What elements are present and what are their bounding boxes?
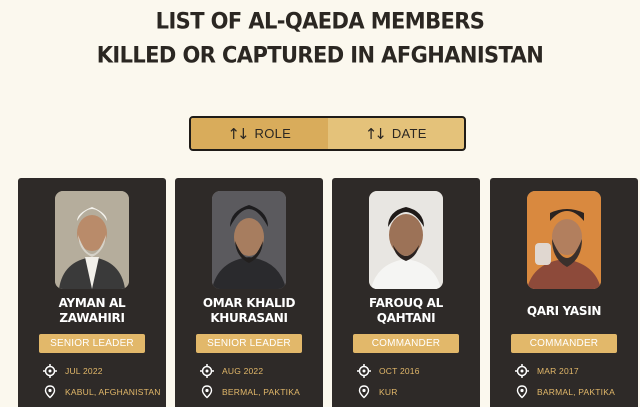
member-name: QARI YASIN bbox=[526, 304, 602, 318]
role-badge: COMMANDER bbox=[511, 334, 617, 353]
sort-by-role-button[interactable]: ↑↓ ROLE bbox=[191, 118, 328, 149]
page-title-line-1: LIST OF AL-QAEDA MEMBERS bbox=[155, 8, 485, 34]
sort-toggle: ↑↓ ROLE ↑↓ DATE bbox=[189, 116, 466, 151]
role-badge: COMMANDER bbox=[353, 334, 459, 353]
member-card[interactable]: FAROUQ AL QAHTANI COMMANDER OCT 2016 KUR bbox=[332, 178, 480, 407]
member-photo bbox=[527, 191, 601, 289]
member-photo bbox=[212, 191, 286, 289]
member-card[interactable]: QARI YASIN COMMANDER MAR 2017 BARMAL, PA… bbox=[490, 178, 638, 407]
member-name: OMAR KHALID KHURASANI bbox=[202, 296, 296, 325]
member-card[interactable]: OMAR KHALID KHURASANI SENIOR LEADER AUG … bbox=[175, 178, 323, 407]
target-icon bbox=[43, 364, 57, 378]
member-photo bbox=[55, 191, 129, 289]
sort-date-label: DATE bbox=[391, 126, 427, 141]
location-pin-icon bbox=[358, 385, 370, 399]
date-row: JUL 2022 bbox=[43, 364, 103, 378]
member-name: FAROUQ AL QAHTANI bbox=[369, 296, 443, 325]
page-title-line-2: KILLED OR CAPTURED IN AFGHANISTAN bbox=[96, 42, 544, 68]
sort-arrows-icon: ↑↓ bbox=[364, 124, 387, 143]
location-row: BARMAL, PAKTIKA bbox=[515, 385, 615, 399]
member-card[interactable]: AYMAN AL ZAWAHIRI SENIOR LEADER JUL 2022… bbox=[18, 178, 166, 407]
date-row: AUG 2022 bbox=[200, 364, 263, 378]
location-pin-icon bbox=[201, 385, 213, 399]
date-row: MAR 2017 bbox=[515, 364, 579, 378]
location-row: KABUL, AFGHANISTAN bbox=[43, 385, 161, 399]
location-row: KUR bbox=[357, 385, 398, 399]
sort-arrows-icon: ↑↓ bbox=[227, 124, 249, 143]
date-row: OCT 2016 bbox=[357, 364, 420, 378]
location-row: BERMAL, PAKTIKA bbox=[200, 385, 300, 399]
target-icon bbox=[515, 364, 529, 378]
member-name: AYMAN AL ZAWAHIRI bbox=[58, 296, 126, 325]
target-icon bbox=[357, 364, 371, 378]
sort-by-date-button[interactable]: ↑↓ DATE bbox=[328, 118, 465, 149]
location-pin-icon bbox=[516, 385, 528, 399]
role-badge: SENIOR LEADER bbox=[39, 334, 145, 353]
role-badge: SENIOR LEADER bbox=[196, 334, 302, 353]
target-icon bbox=[200, 364, 214, 378]
location-pin-icon bbox=[44, 385, 56, 399]
sort-role-label: ROLE bbox=[254, 126, 292, 141]
member-photo bbox=[369, 191, 443, 289]
